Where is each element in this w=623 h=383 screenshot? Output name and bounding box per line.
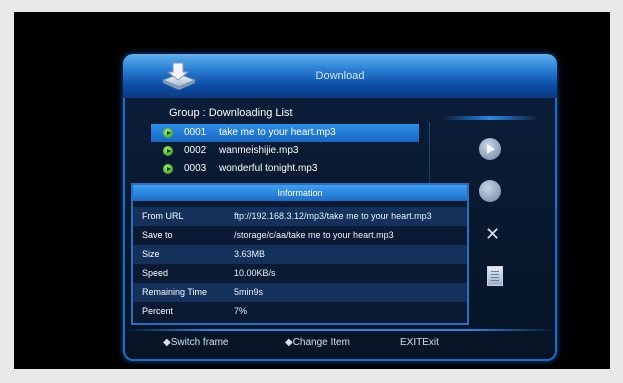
play-status-icon — [163, 164, 173, 174]
list-item[interactable]: 0002 wanmeishijie.mp3 — [151, 142, 419, 160]
play-status-icon — [163, 128, 173, 138]
side-divider — [443, 116, 539, 120]
document-icon[interactable] — [487, 266, 503, 286]
info-key: Save to — [142, 230, 173, 240]
exit-hint[interactable]: EXITExit — [400, 337, 439, 348]
info-value: 7% — [234, 306, 248, 316]
info-value: /storage/c/aa/take me to your heart.mp3 — [234, 230, 394, 240]
info-key: From URL — [142, 211, 184, 221]
info-row-from-url: From URL ftp://192.168.3.12/mp3/take me … — [133, 207, 467, 226]
group-label: Group : Downloading List — [169, 107, 293, 119]
item-name: wonderful tonight.mp3 — [219, 163, 318, 174]
info-key: Percent — [142, 306, 174, 316]
item-number: 0001 — [184, 127, 207, 138]
change-item-hint: ◆Change Item — [285, 337, 350, 348]
item-name: take me to your heart.mp3 — [219, 127, 336, 138]
item-number: 0003 — [184, 163, 207, 174]
information-dialog: Information From URL ftp://192.168.3.12/… — [131, 183, 469, 325]
info-row-save-to: Save to /storage/c/aa/take me to your he… — [133, 226, 467, 245]
window-title: Download — [315, 70, 365, 82]
info-key: Speed — [142, 268, 169, 278]
title-bar: Download — [123, 54, 557, 98]
list-item[interactable]: 0003 wonderful tonight.mp3 — [151, 160, 419, 178]
footer-divider — [123, 329, 557, 331]
delete-icon[interactable]: ✕ — [485, 224, 500, 245]
play-icon[interactable] — [479, 138, 501, 160]
switch-frame-hint: ◆Switch frame — [163, 337, 229, 348]
info-row-percent: Percent 7% — [133, 302, 467, 321]
info-row-speed: Speed 10.00KB/s — [133, 264, 467, 283]
info-key: Size — [142, 249, 160, 259]
stop-icon[interactable] — [479, 180, 501, 202]
info-value: 10.00KB/s — [234, 268, 276, 278]
list-item[interactable]: 0001 take me to your heart.mp3 — [151, 124, 419, 142]
info-row-size: Size 3.63MB — [133, 245, 467, 264]
info-value: 5min9s — [234, 287, 264, 297]
information-title: Information — [133, 185, 467, 201]
play-status-icon — [163, 146, 173, 156]
item-number: 0002 — [184, 145, 207, 156]
item-name: wanmeishijie.mp3 — [219, 145, 299, 156]
info-value: 3.63MB — [234, 249, 266, 259]
info-key: Remaining Time — [142, 287, 208, 297]
info-value: ftp://192.168.3.12/mp3/take me to your h… — [234, 211, 432, 221]
info-row-remaining-time: Remaining Time 5min9s — [133, 283, 467, 302]
